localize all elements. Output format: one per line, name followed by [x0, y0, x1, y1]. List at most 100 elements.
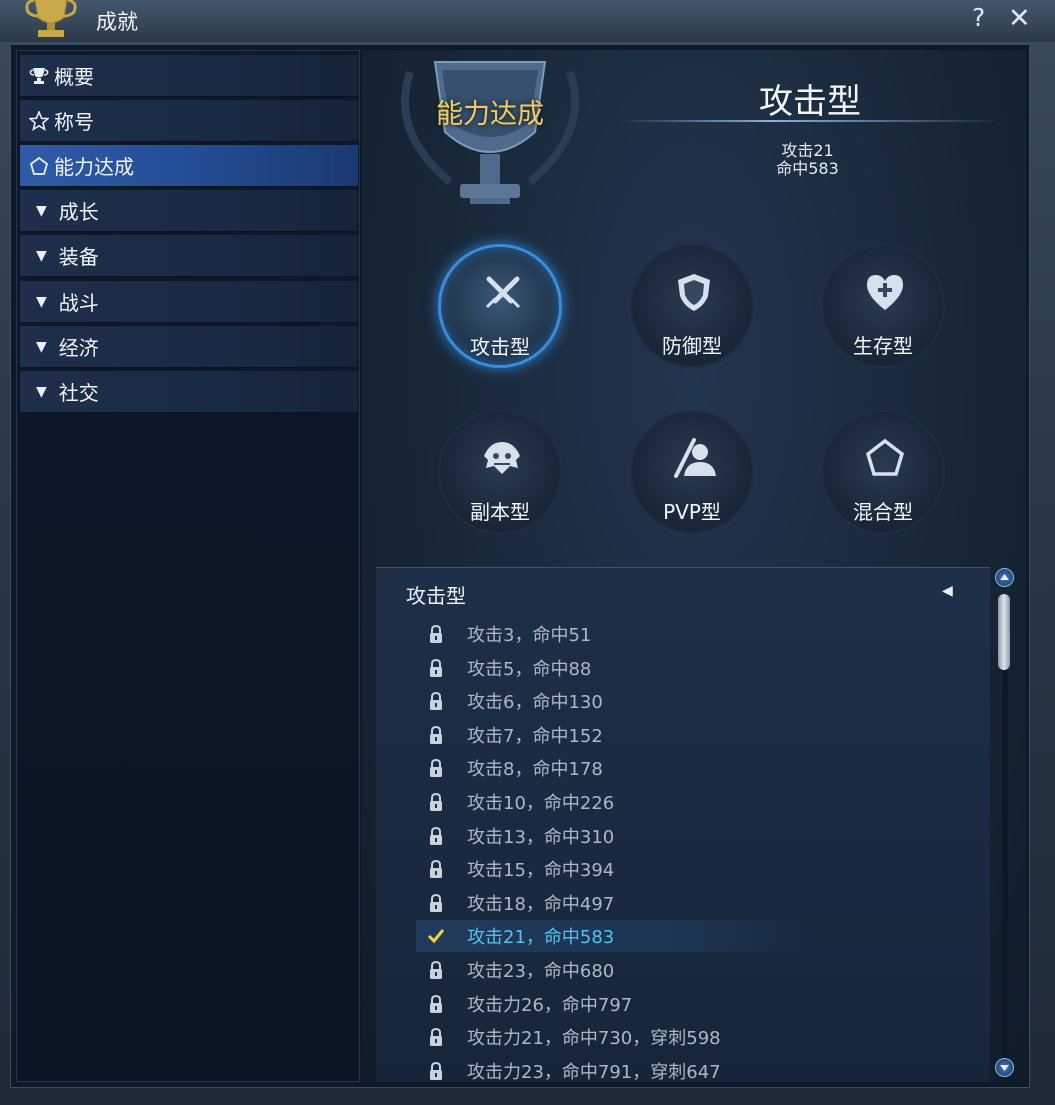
scroll-up-button[interactable] — [995, 568, 1014, 587]
list-item[interactable]: 攻击7，命中152 — [416, 719, 812, 751]
list-item[interactable]: 攻击5，命中88 — [416, 652, 812, 684]
category-hybrid[interactable]: 混合型 — [821, 410, 945, 534]
triangle-down-icon: ▼ — [36, 247, 47, 264]
sidebar-item-label: 装备 — [58, 245, 99, 269]
category-label: 混合型 — [853, 500, 913, 524]
category-label: 攻击型 — [470, 335, 530, 359]
sidebar-item-label: 社交 — [58, 381, 99, 405]
triangle-down-icon: ▼ — [36, 293, 47, 310]
sidebar-item-economy[interactable]: ▼ 经济 — [20, 326, 358, 368]
pentagon-icon — [865, 438, 905, 476]
lock-icon — [416, 691, 456, 711]
list-item-label: 攻击18，命中497 — [467, 894, 615, 915]
pentagon-icon — [28, 155, 50, 177]
stat-accuracy: 命中583 — [776, 159, 839, 178]
triangle-down-icon: ▼ — [36, 383, 47, 400]
list-item[interactable]: 攻击力26，命中797 — [416, 988, 812, 1020]
chevron-down-icon — [1000, 1065, 1009, 1071]
sidebar-item-label: 称号 — [54, 110, 94, 134]
list-item[interactable]: 攻击23，命中680 — [416, 954, 812, 986]
window-title: 成就 — [96, 10, 138, 34]
chevron-up-icon — [1000, 574, 1009, 580]
lock-icon — [416, 826, 456, 846]
sidebar-item-equipment[interactable]: ▼ 装备 — [20, 235, 358, 277]
list-item-label: 攻击6，命中130 — [467, 692, 603, 713]
lock-icon — [416, 792, 456, 812]
list-item[interactable]: 攻击8，命中178 — [416, 752, 812, 784]
pvp-icon — [674, 438, 716, 478]
list-item-label: 攻击力26，命中797 — [467, 995, 633, 1016]
monster-icon — [484, 442, 520, 474]
stat-attack: 攻击21 — [781, 141, 834, 160]
shield-icon — [678, 274, 710, 311]
category-label: 防御型 — [662, 334, 722, 358]
category-defense[interactable]: 防御型 — [630, 244, 754, 368]
sidebar-item-label: 经济 — [58, 336, 99, 360]
lock-icon — [416, 1027, 456, 1047]
list-item[interactable]: 攻击21，命中583 — [416, 920, 812, 952]
close-button[interactable]: ✕ — [1008, 3, 1031, 34]
lock-icon — [416, 960, 456, 980]
checkmark-icon — [416, 928, 456, 944]
trophy-icon — [28, 65, 50, 87]
page-title: 攻击型 — [759, 82, 861, 122]
category-label: PVP型 — [663, 500, 721, 524]
lock-icon — [416, 1061, 456, 1081]
collapse-arrow-icon[interactable]: ◀ — [942, 583, 953, 599]
help-button[interactable]: ? — [972, 3, 985, 32]
lock-icon — [416, 758, 456, 778]
lock-icon — [416, 893, 456, 913]
list-item-label: 攻击10，命中226 — [467, 793, 615, 814]
triangle-down-icon: ▼ — [36, 338, 47, 355]
list-item[interactable]: 攻击力21，命中730，穿刺598 — [416, 1021, 812, 1053]
list-item[interactable]: 攻击15，命中394 — [416, 853, 812, 885]
sidebar-item-growth[interactable]: ▼ 成长 — [20, 190, 358, 232]
list-item-label: 攻击5，命中88 — [467, 659, 592, 680]
sidebar-item-label: 成长 — [58, 200, 99, 224]
list-item[interactable]: 攻击3，命中51 — [416, 618, 812, 650]
list-item[interactable]: 攻击18，命中497 — [416, 887, 812, 919]
category-attack[interactable]: 攻击型 — [438, 244, 562, 368]
list-header[interactable]: 攻击型 — [406, 580, 466, 609]
list-item-label: 攻击15，命中394 — [467, 860, 615, 881]
list-item-label: 攻击力21，命中730，穿刺598 — [467, 1028, 721, 1049]
sidebar-item-titles[interactable]: 称号 — [20, 100, 358, 142]
lock-icon — [416, 624, 456, 644]
sidebar: 概要 称号 能力达成 ▼ 成长 ▼ 装备 ▼ 战斗 ▼ 经济 ▼ 社交 — [16, 50, 360, 1082]
category-label: 副本型 — [470, 500, 530, 524]
lock-icon — [416, 994, 456, 1014]
sidebar-item-label: 能力达成 — [54, 155, 134, 179]
list-item-label: 攻击3，命中51 — [467, 625, 592, 646]
triangle-down-icon: ▼ — [36, 202, 47, 219]
sidebar-item-label: 战斗 — [58, 291, 99, 315]
title-bar: 成就 ? ✕ — [0, 0, 1055, 42]
sidebar-item-ability[interactable]: 能力达成 — [20, 145, 358, 187]
heart-plus-icon — [867, 275, 903, 310]
category-dungeon[interactable]: 副本型 — [438, 410, 562, 534]
category-pvp[interactable]: PVP型 — [630, 410, 754, 534]
trophy-icon — [25, 0, 77, 37]
star-icon — [28, 110, 50, 132]
list-item[interactable]: 攻击10，命中226 — [416, 786, 812, 818]
list-item-label: 攻击23，命中680 — [467, 961, 615, 982]
list-item-label: 攻击21，命中583 — [467, 927, 615, 948]
trophy-cup-icon — [401, 61, 579, 204]
scroll-down-button[interactable] — [995, 1058, 1014, 1077]
title-divider — [620, 120, 1000, 122]
list-item[interactable]: 攻击6，命中130 — [416, 685, 812, 717]
sidebar-item-social[interactable]: ▼ 社交 — [20, 371, 358, 413]
list-item-label: 攻击8，命中178 — [467, 759, 603, 780]
lock-icon — [416, 725, 456, 745]
category-survival[interactable]: 生存型 — [821, 244, 945, 368]
category-label: 生存型 — [853, 334, 913, 358]
list-item[interactable]: 攻击13，命中310 — [416, 820, 812, 852]
sidebar-item-overview[interactable]: 概要 — [20, 55, 358, 97]
list-item-label: 攻击7，命中152 — [467, 726, 603, 747]
sidebar-item-label: 概要 — [54, 65, 94, 89]
lock-icon — [416, 859, 456, 879]
sword-icon — [485, 276, 521, 309]
list-item-label: 攻击13，命中310 — [467, 827, 615, 848]
sidebar-item-combat[interactable]: ▼ 战斗 — [20, 281, 358, 323]
scroll-thumb[interactable] — [998, 594, 1010, 670]
list-item[interactable]: 攻击力23，命中791，穿刺647 — [416, 1055, 812, 1087]
